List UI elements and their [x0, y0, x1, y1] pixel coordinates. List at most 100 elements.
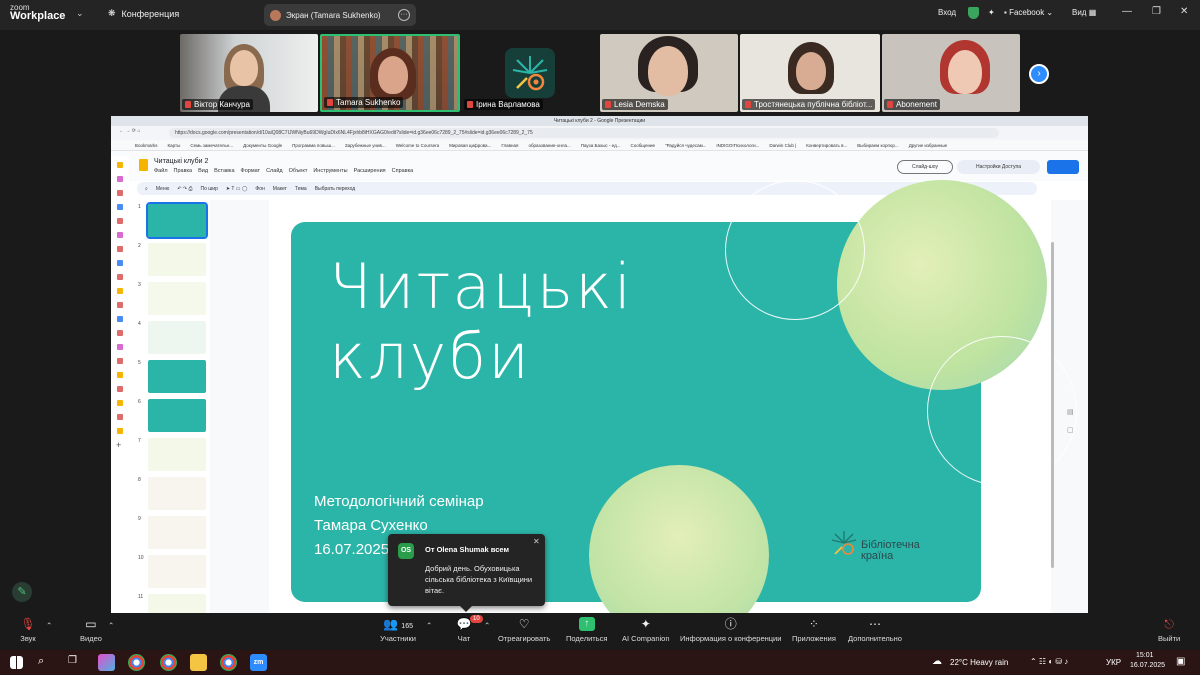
screen-share-tab[interactable]: Экран (Tamara Sukhenko) ···: [264, 4, 416, 26]
rail-icon[interactable]: [117, 428, 123, 434]
bookmark[interactable]: Darwin Club |: [769, 143, 796, 148]
rail-icon[interactable]: [117, 372, 123, 378]
rail-icon[interactable]: [117, 344, 123, 350]
bookmark[interactable]: Семь замечательн...: [190, 143, 233, 148]
notifications-icon[interactable]: ▣: [1176, 656, 1185, 667]
bookmark[interactable]: Другие избранные: [909, 143, 947, 148]
leave-button[interactable]: ⎋ Выйти: [1158, 617, 1180, 643]
bookmark[interactable]: "Радуйся чудесам...: [665, 143, 706, 148]
side-panel-icon[interactable]: ▢: [1067, 426, 1074, 434]
slide-thumbnail[interactable]: [148, 321, 206, 354]
slide-thumbnail[interactable]: [146, 202, 208, 239]
slide-thumbnail[interactable]: [148, 477, 206, 510]
apps-button[interactable]: ⁘ Приложения: [792, 617, 836, 643]
rail-icon[interactable]: [117, 260, 123, 266]
chrome-icon[interactable]: [220, 654, 237, 671]
url-bar[interactable]: https://docs.google.com/presentation/d/1…: [169, 128, 999, 138]
side-panel-icon[interactable]: ▤: [1067, 408, 1074, 416]
clock-date[interactable]: 16.07.2025: [1130, 662, 1165, 669]
video-tile[interactable]: Ірина Варламова: [462, 34, 598, 112]
chat-button[interactable]: 💬 10 Чат: [456, 615, 483, 643]
rail-icon[interactable]: [117, 316, 123, 322]
slide-thumbnail[interactable]: [148, 555, 206, 588]
browser-tab-title[interactable]: Читацькі клуби 2 - Google Презентации: [111, 116, 1088, 126]
search-icon[interactable]: ⌕: [38, 655, 44, 668]
zoom-select[interactable]: По шир: [201, 186, 218, 192]
menu-extensions[interactable]: Расширения: [354, 168, 386, 174]
chat-notification[interactable]: OS От Olena Shumak всем Добрий день. Обу…: [388, 534, 545, 612]
slide-thumbnail[interactable]: [148, 243, 206, 276]
file-explorer-icon[interactable]: [190, 654, 207, 671]
menu-object[interactable]: Объект: [289, 168, 308, 174]
annotate-pencil-icon[interactable]: ✎: [12, 582, 32, 602]
slides-icon[interactable]: [139, 159, 148, 171]
cursor-icon[interactable]: ➤ T ▭ ◯: [226, 186, 248, 192]
rail-icon[interactable]: [117, 176, 123, 182]
zoom-app-icon[interactable]: zm: [250, 654, 267, 671]
toolbar-menu[interactable]: Меню: [156, 186, 170, 192]
slide-thumbnail[interactable]: [148, 516, 206, 549]
slide-thumbnail[interactable]: [148, 282, 206, 315]
bookmark[interactable]: Bookmarks: [135, 143, 158, 148]
add-icon[interactable]: +: [116, 440, 121, 450]
chrome-icon[interactable]: [128, 654, 145, 671]
video-tile[interactable]: Тростянецька публічна бібліот...: [740, 34, 880, 112]
rail-icon[interactable]: [117, 218, 123, 224]
bookmark[interactable]: Программа повыш...: [292, 143, 335, 148]
undo-icon[interactable]: ↶ ↷ ⎙: [177, 186, 192, 192]
bookmark[interactable]: Сообщение: [630, 143, 655, 148]
bookmark[interactable]: Зарубежные унив...: [345, 143, 386, 148]
rail-icon[interactable]: [117, 162, 123, 168]
more-button[interactable]: ⋯ Дополнительно: [848, 617, 902, 643]
share-access-button[interactable]: Настройки Доступа: [957, 160, 1040, 174]
rail-icon[interactable]: [117, 246, 123, 252]
conference-menu[interactable]: ❋ Конференция: [108, 8, 179, 19]
windows-start-icon[interactable]: [10, 656, 23, 669]
slide-scrollbar[interactable]: [1051, 242, 1054, 568]
chrome-icon[interactable]: [160, 654, 177, 671]
video-caret-icon[interactable]: ⌃: [108, 621, 114, 630]
menu-edit[interactable]: Правка: [174, 168, 193, 174]
bookmark[interactable]: Карты: [168, 143, 181, 148]
clock-time[interactable]: 15:01: [1136, 652, 1154, 659]
bookmark[interactable]: Выбираем корпор...: [857, 143, 898, 148]
maximize-icon[interactable]: ❐: [1152, 6, 1161, 17]
ai-companion-button[interactable]: ✦ AI Companion: [622, 617, 670, 643]
rail-icon[interactable]: [117, 232, 123, 238]
slide-thumbnail[interactable]: [148, 399, 206, 432]
more-icon[interactable]: ···: [398, 9, 410, 21]
facebook-menu[interactable]: ▪ Facebook ⌄: [1004, 8, 1053, 17]
toolbar-theme[interactable]: Тема: [295, 186, 307, 192]
slideshow-button[interactable]: Слайд-шоу: [897, 160, 953, 174]
menu-slide[interactable]: Слайд: [266, 168, 283, 174]
menu-view[interactable]: Вид: [198, 168, 208, 174]
bookmark[interactable]: Конвертировать в...: [806, 143, 847, 148]
doc-title[interactable]: Читацькі клуби 2: [154, 158, 208, 165]
react-button[interactable]: ♡ Отреагировать: [498, 617, 550, 643]
chevron-down-icon[interactable]: ⌄: [76, 8, 84, 19]
video-tile[interactable]: Віктор Канчура: [180, 34, 318, 112]
rail-icon[interactable]: [117, 386, 123, 392]
slide-thumbnail[interactable]: [148, 438, 206, 471]
minimize-icon[interactable]: —: [1122, 6, 1132, 17]
slide-thumbnail[interactable]: [148, 594, 206, 613]
menu-insert[interactable]: Вставка: [214, 168, 234, 174]
view-menu[interactable]: Вид ▦: [1072, 8, 1096, 17]
bookmark[interactable]: образование-онла...: [528, 143, 570, 148]
close-icon[interactable]: ✕: [1180, 6, 1188, 17]
rail-icon[interactable]: [117, 190, 123, 196]
toolbar-layout[interactable]: Макет: [273, 186, 287, 192]
rail-icon[interactable]: [117, 274, 123, 280]
toolbar-background[interactable]: Фон: [255, 186, 264, 192]
bookmark[interactable]: Документы Google: [243, 143, 282, 148]
rail-icon[interactable]: [117, 400, 123, 406]
bookmark[interactable]: Мировая цифрова...: [449, 143, 491, 148]
slide-thumbnail[interactable]: [148, 360, 206, 393]
bookmark[interactable]: INDIGO!Психологи...: [716, 143, 759, 148]
participants-caret-icon[interactable]: ⌃: [426, 621, 432, 630]
participants-button[interactable]: 👥 165 Участники: [378, 617, 418, 643]
video-button[interactable]: ▭ Видео: [80, 617, 102, 643]
gallery-next-button[interactable]: ›: [1029, 64, 1049, 84]
copilot-icon[interactable]: [98, 654, 115, 671]
menu-help[interactable]: Справка: [392, 168, 414, 174]
